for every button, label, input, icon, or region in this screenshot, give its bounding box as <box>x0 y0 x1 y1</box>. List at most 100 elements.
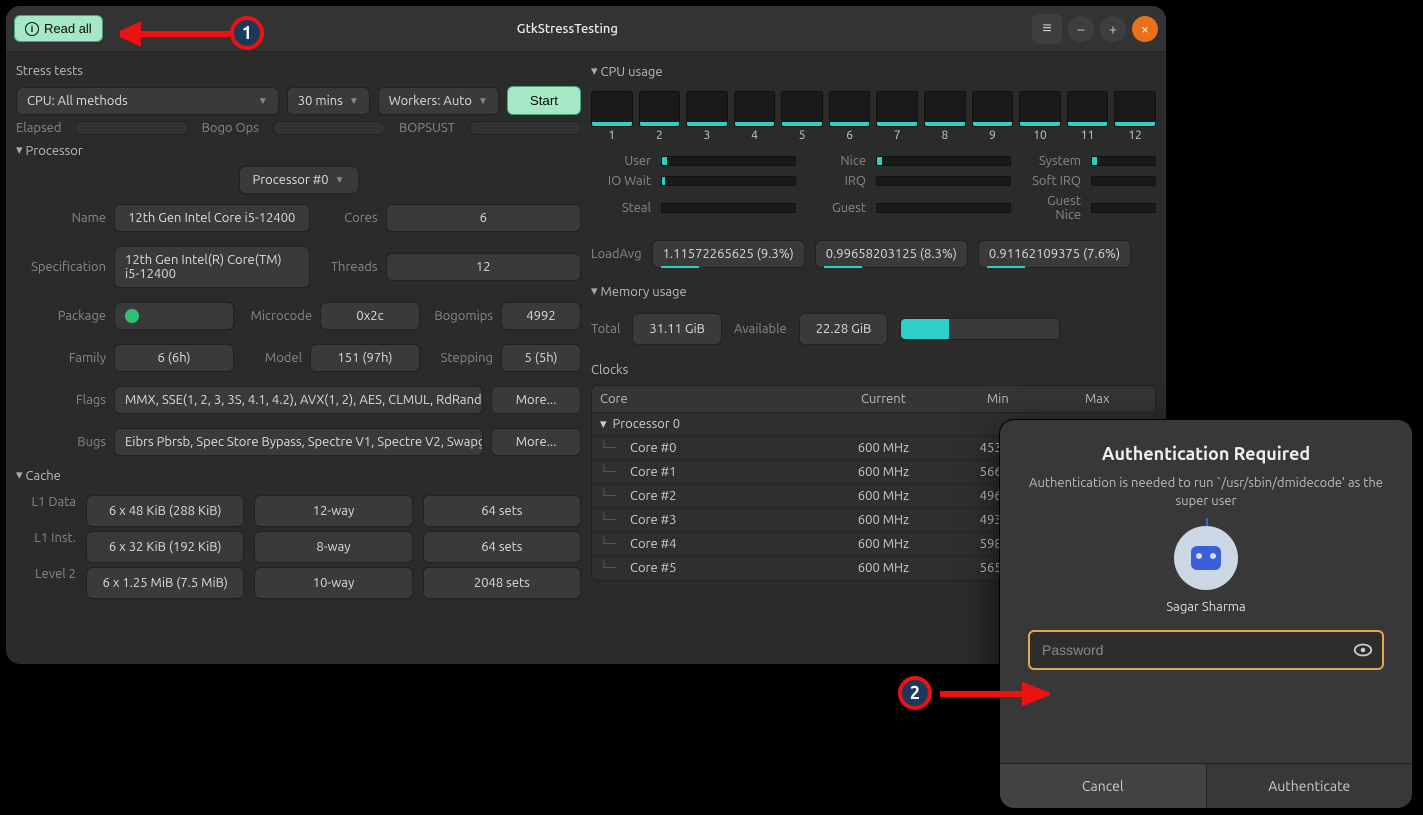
mem-total-value: 31.11 GiB <box>632 313 722 345</box>
cpu-core-number: 3 <box>704 129 711 142</box>
col-max: Max <box>1048 392 1147 406</box>
mem-avail-value: 22.28 GiB <box>799 313 889 345</box>
loadavg-15: 0.91162109375 (7.6%) <box>978 240 1131 268</box>
cpu-core-cell <box>591 91 633 127</box>
auth-dialog: Authentication Required Authentication i… <box>1000 420 1412 808</box>
name-label: Name <box>16 211 106 225</box>
clock-current: 600 MHz <box>819 441 948 456</box>
cache-sets: 64 sets <box>423 531 581 563</box>
stat-bar <box>876 203 1011 213</box>
workers-select[interactable]: Workers: Auto▼ <box>378 87 499 115</box>
maximize-button[interactable]: + <box>1100 16 1126 42</box>
cache-assoc: 8-way <box>254 531 412 563</box>
stat-label: IRQ <box>806 174 866 188</box>
status-dot-icon <box>125 309 139 323</box>
clock-core: └─Core #4 <box>600 537 819 552</box>
cpu-core-number: 2 <box>656 129 663 142</box>
cache-section-header[interactable]: Cache <box>16 466 581 485</box>
main-window: i Read all GtkStressTesting ≡ – + × Stre… <box>6 6 1166 664</box>
annotation-badge-2: 2 <box>898 676 932 710</box>
close-button[interactable]: × <box>1132 16 1158 42</box>
cache-size: 6 x 1.25 MiB (7.5 MiB) <box>86 567 244 599</box>
cpu-usage-header[interactable]: CPU usage <box>591 62 1156 81</box>
chevron-down-icon: ▼ <box>349 95 359 107</box>
clocks-proc-row[interactable]: ▾ Processor 0 <box>600 417 819 432</box>
microcode-label: Microcode <box>242 309 312 323</box>
cpu-core-cell <box>1019 91 1061 127</box>
hamburger-menu-button[interactable]: ≡ <box>1032 14 1062 44</box>
user-avatar-icon <box>1174 526 1238 590</box>
auth-authenticate-button[interactable]: Authenticate <box>1206 764 1413 808</box>
cpu-core-number: 8 <box>941 129 948 142</box>
read-all-button[interactable]: i Read all <box>14 15 103 42</box>
stress-tests-header: Stress tests <box>16 62 581 80</box>
family-value: 6 (6h) <box>114 344 234 372</box>
cache-size: 6 x 32 KiB (192 KiB) <box>86 531 244 563</box>
bugs-more-button[interactable]: More... <box>491 428 581 456</box>
col-current: Current <box>819 392 948 406</box>
threads-label: Threads <box>318 260 378 274</box>
duration-select[interactable]: 30 mins▼ <box>287 87 370 115</box>
chevron-down-icon: ▼ <box>335 174 345 186</box>
elapsed-label: Elapsed <box>16 121 61 135</box>
bogomips-value: 4992 <box>501 302 581 330</box>
cpu-core-cell <box>734 91 776 127</box>
package-label: Package <box>16 309 106 323</box>
clock-current: 600 MHz <box>819 489 948 504</box>
clock-current: 600 MHz <box>819 513 948 528</box>
cpu-core-cell <box>686 91 728 127</box>
processor-section-header[interactable]: Processor <box>16 141 581 160</box>
stat-bar <box>661 203 796 213</box>
cpu-core-number: 5 <box>799 129 806 142</box>
auth-cancel-button[interactable]: Cancel <box>1000 764 1206 808</box>
cpu-core-cell <box>876 91 918 127</box>
col-min: Min <box>948 392 1047 406</box>
password-input[interactable] <box>1028 630 1384 670</box>
cpu-core-cell <box>1067 91 1109 127</box>
flags-label: Flags <box>16 393 106 407</box>
cache-assoc: 12-way <box>254 495 412 527</box>
microcode-value: 0x2c <box>320 302 420 330</box>
clock-current: 600 MHz <box>819 537 948 552</box>
cpu-core-bars: 123456789101112 <box>591 91 1156 142</box>
stat-label: IO Wait <box>591 174 651 188</box>
memory-usage-header[interactable]: Memory usage <box>591 282 1156 301</box>
col-core: Core <box>600 392 819 406</box>
clock-core: └─Core #5 <box>600 561 819 576</box>
cpu-core-cell <box>924 91 966 127</box>
cache-assoc: 10-way <box>254 567 412 599</box>
processor-select[interactable]: Processor #0▼ <box>239 166 359 194</box>
stat-label: Guest Nice <box>1021 194 1081 222</box>
minimize-button[interactable]: – <box>1068 16 1094 42</box>
stat-bar <box>876 176 1011 186</box>
chevron-down-icon: ▼ <box>478 95 488 107</box>
cpu-core-number: 11 <box>1081 129 1095 142</box>
clock-core: └─Core #1 <box>600 465 819 480</box>
stat-label: Guest <box>806 201 866 215</box>
family-label: Family <box>16 351 106 365</box>
show-password-icon[interactable] <box>1352 639 1374 661</box>
bopsust-label: BOPSUST <box>399 121 455 135</box>
bugs-label: Bugs <box>16 435 106 449</box>
mem-usage-bar <box>900 318 1060 340</box>
titlebar: i Read all GtkStressTesting ≡ – + × <box>6 6 1166 52</box>
window-title: GtkStressTesting <box>111 22 1024 36</box>
spec-value: 12th Gen Intel(R) Core(TM) i5-12400 <box>114 246 310 288</box>
cpu-stats-grid: UserNiceSystemIO WaitIRQSoft IRQStealGue… <box>591 154 1156 222</box>
cache-size: 6 x 48 KiB (288 KiB) <box>86 495 244 527</box>
bugs-value: Eibrs Pbrsb, Spec Store Bypass, Spectre … <box>114 428 483 456</box>
cache-label: L1 Data <box>16 495 76 527</box>
stat-bar <box>1091 156 1156 166</box>
clock-core: └─Core #0 <box>600 441 819 456</box>
flags-value: MMX, SSE(1, 2, 3, 3S, 4.1, 4.2), AVX(1, … <box>114 386 483 414</box>
clock-core: └─Core #2 <box>600 489 819 504</box>
package-value <box>114 302 234 330</box>
bopsust-value <box>469 121 581 135</box>
flags-more-button[interactable]: More... <box>491 386 581 414</box>
info-icon: i <box>25 22 39 36</box>
mem-total-label: Total <box>591 322 620 336</box>
stress-method-select[interactable]: CPU: All methods▼ <box>16 87 279 115</box>
start-button[interactable]: Start <box>507 86 581 115</box>
stat-bar <box>661 156 796 166</box>
stat-label: User <box>591 154 651 168</box>
